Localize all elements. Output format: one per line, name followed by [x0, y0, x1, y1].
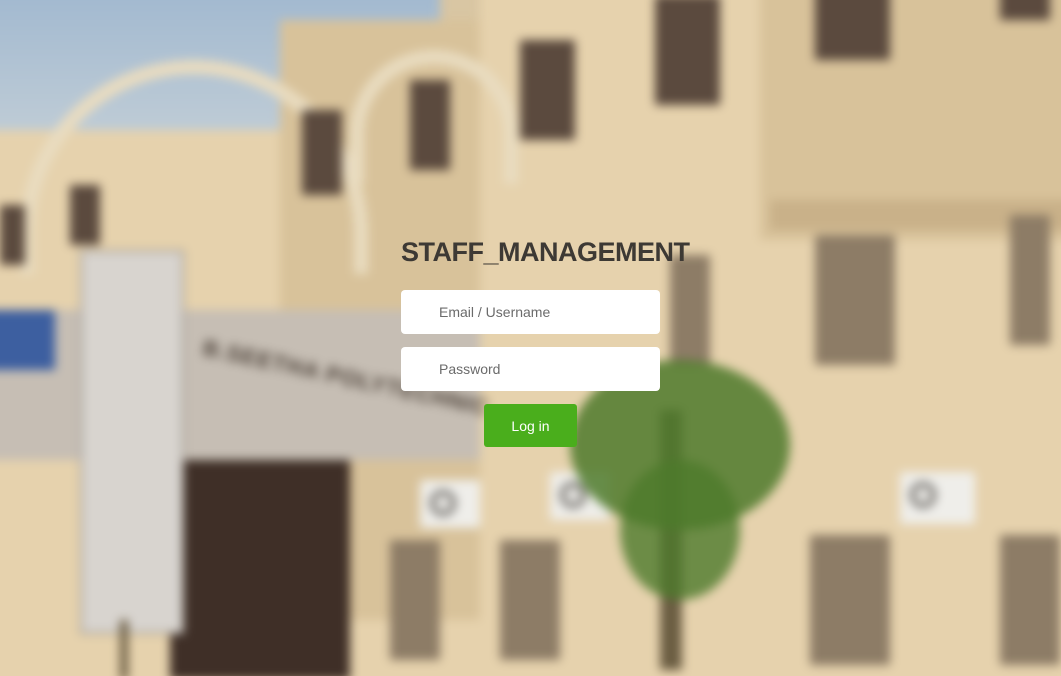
login-form: STAFF_MANAGEMENT Log in	[401, 232, 690, 447]
email-username-input[interactable]	[401, 290, 660, 334]
login-page: B.SEETHA POLYTECHNIC STAFF_MANAGEMENT Lo…	[0, 0, 1061, 676]
login-button[interactable]: Log in	[484, 404, 577, 447]
page-title: STAFF_MANAGEMENT	[401, 237, 690, 267]
password-input[interactable]	[401, 347, 660, 391]
